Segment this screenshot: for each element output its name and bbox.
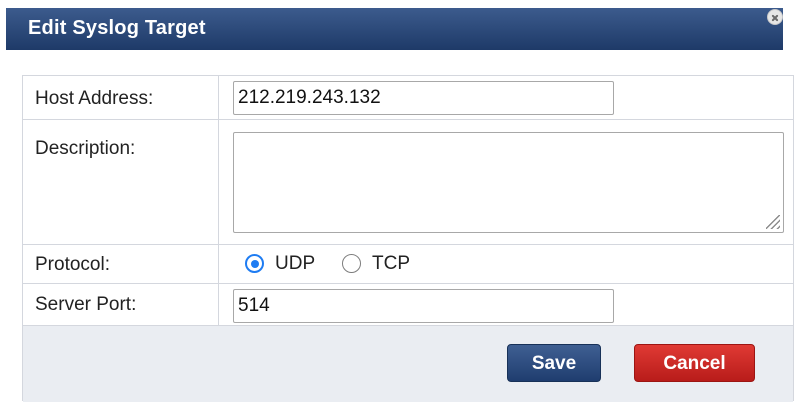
description-row: Description: <box>23 120 793 245</box>
close-icon[interactable] <box>767 9 783 25</box>
dialog-title: Edit Syslog Target <box>28 17 206 39</box>
host-address-row: Host Address: <box>23 76 793 120</box>
udp-radio-label[interactable]: UDP <box>275 253 315 275</box>
protocol-row: Protocol: UDP TCP <box>23 245 793 284</box>
server-port-input[interactable] <box>233 289 614 323</box>
server-port-row: Server Port: <box>23 284 793 326</box>
edit-syslog-dialog: Edit Syslog Target Host Address: Descrip… <box>0 0 800 402</box>
protocol-label: Protocol: <box>35 254 110 275</box>
server-port-label: Server Port: <box>35 294 137 315</box>
resize-grip-icon[interactable] <box>766 215 780 229</box>
tcp-radio-label[interactable]: TCP <box>372 253 410 275</box>
host-address-input[interactable] <box>233 81 614 115</box>
host-address-label-cell: Host Address: <box>23 76 219 119</box>
cancel-button[interactable]: Cancel <box>634 344 755 382</box>
dialog-footer: Save Cancel <box>23 326 793 402</box>
form-table: Host Address: Description: Protocol: UDP… <box>22 75 794 402</box>
udp-radio[interactable] <box>245 254 264 273</box>
server-port-label-cell: Server Port: <box>23 284 219 325</box>
dialog-titlebar: Edit Syslog Target <box>6 8 783 50</box>
description-textarea[interactable] <box>233 132 784 233</box>
tcp-radio[interactable] <box>342 254 361 273</box>
host-address-label: Host Address: <box>35 88 154 109</box>
save-button[interactable]: Save <box>507 344 601 382</box>
description-label: Description: <box>35 138 136 159</box>
description-label-cell: Description: <box>23 120 219 244</box>
protocol-label-cell: Protocol: <box>23 245 219 283</box>
